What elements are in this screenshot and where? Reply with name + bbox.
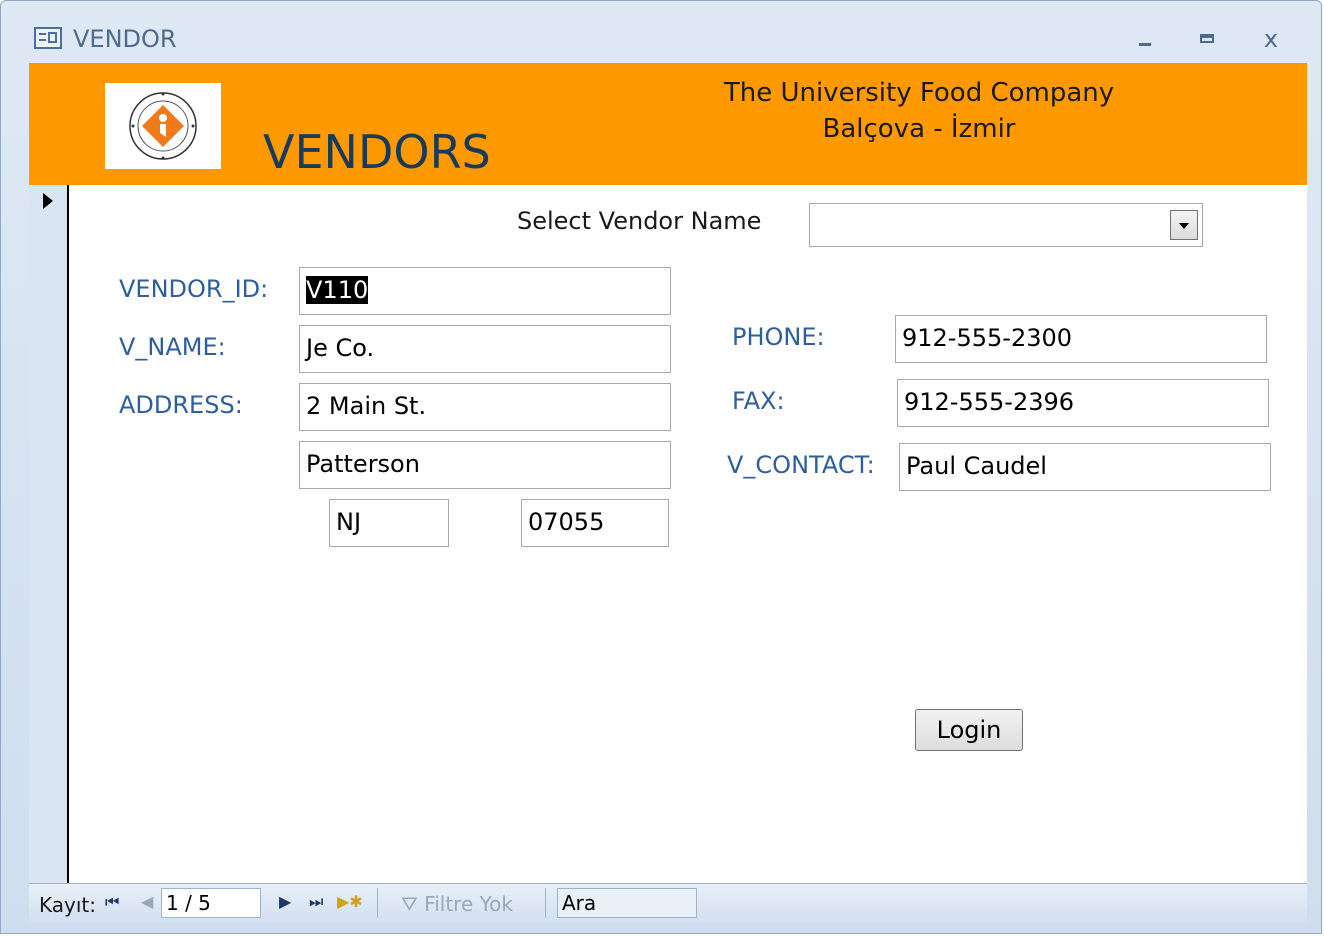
maximize-button[interactable] <box>1193 25 1223 53</box>
university-logo <box>105 83 221 169</box>
search-input[interactable]: Ara <box>557 888 697 918</box>
company-info: The University Food Company Balçova - İz… <box>679 75 1159 147</box>
address-field[interactable]: 2 Main St. <box>299 383 671 431</box>
record-position-input[interactable]: 1 / 5 <box>161 888 261 918</box>
nav-separator <box>545 888 546 918</box>
v-name-label: V_NAME: <box>119 333 226 361</box>
fax-field[interactable]: 912-555-2396 <box>897 379 1269 427</box>
minimize-button[interactable] <box>1131 25 1161 53</box>
zip-field[interactable]: 07055 <box>521 499 669 547</box>
filter-label: Filtre Yok <box>424 892 513 916</box>
record-navigation-bar: Kayıt: ⏮ ◀ 1 / 5 ▶ ⏭ ▶✱ ⛛ Filtre Yok Ara <box>29 883 1307 922</box>
close-button[interactable]: x <box>1256 25 1286 53</box>
record-label: Kayıt: <box>39 893 96 917</box>
nav-separator <box>377 888 378 918</box>
vendor-form-window: VENDOR x VENDORS The University Food Com… <box>0 0 1322 934</box>
window-title: VENDOR <box>73 25 177 53</box>
select-vendor-combobox[interactable] <box>809 203 1203 247</box>
login-button[interactable]: Login <box>915 709 1023 751</box>
form-icon <box>34 27 62 49</box>
state-field[interactable]: NJ <box>329 499 449 547</box>
record-selector[interactable] <box>29 185 69 883</box>
company-location: Balçova - İzmir <box>822 114 1016 144</box>
phone-label: PHONE: <box>732 323 825 351</box>
filter-status[interactable]: ⛛ Filtre Yok <box>401 892 513 916</box>
izmir-logo-icon <box>129 92 197 160</box>
phone-field[interactable]: 912-555-2300 <box>895 315 1267 363</box>
new-record-icon[interactable]: ▶✱ <box>337 892 363 911</box>
previous-record-icon[interactable]: ◀ <box>141 892 153 911</box>
address-label: ADDRESS: <box>119 391 243 419</box>
first-record-icon[interactable]: ⏮ <box>105 892 119 912</box>
last-record-icon[interactable]: ⏭ <box>309 892 323 912</box>
vendor-id-label: VENDOR_ID: <box>119 275 269 303</box>
v-contact-field[interactable]: Paul Caudel <box>899 443 1271 491</box>
company-name: The University Food Company <box>723 78 1115 108</box>
form-title: VENDORS <box>263 125 491 179</box>
fax-label: FAX: <box>732 387 785 415</box>
current-record-arrow-icon <box>43 193 53 209</box>
form-header: VENDORS The University Food Company Balç… <box>29 63 1307 185</box>
v-name-field[interactable]: Je Co. <box>299 325 671 373</box>
select-vendor-label: Select Vendor Name <box>517 207 762 235</box>
vendor-id-value: V110 <box>306 276 369 304</box>
v-contact-label: V_CONTACT: <box>727 451 875 479</box>
form-body: VENDORS The University Food Company Balç… <box>29 63 1307 883</box>
vendor-id-field[interactable]: V110 <box>299 267 671 315</box>
next-record-icon[interactable]: ▶ <box>279 892 291 911</box>
dropdown-arrow-icon[interactable] <box>1170 210 1198 240</box>
city-field[interactable]: Patterson <box>299 441 671 489</box>
filter-icon: ⛛ <box>401 892 418 916</box>
title-bar: VENDOR x <box>1 1 1321 63</box>
